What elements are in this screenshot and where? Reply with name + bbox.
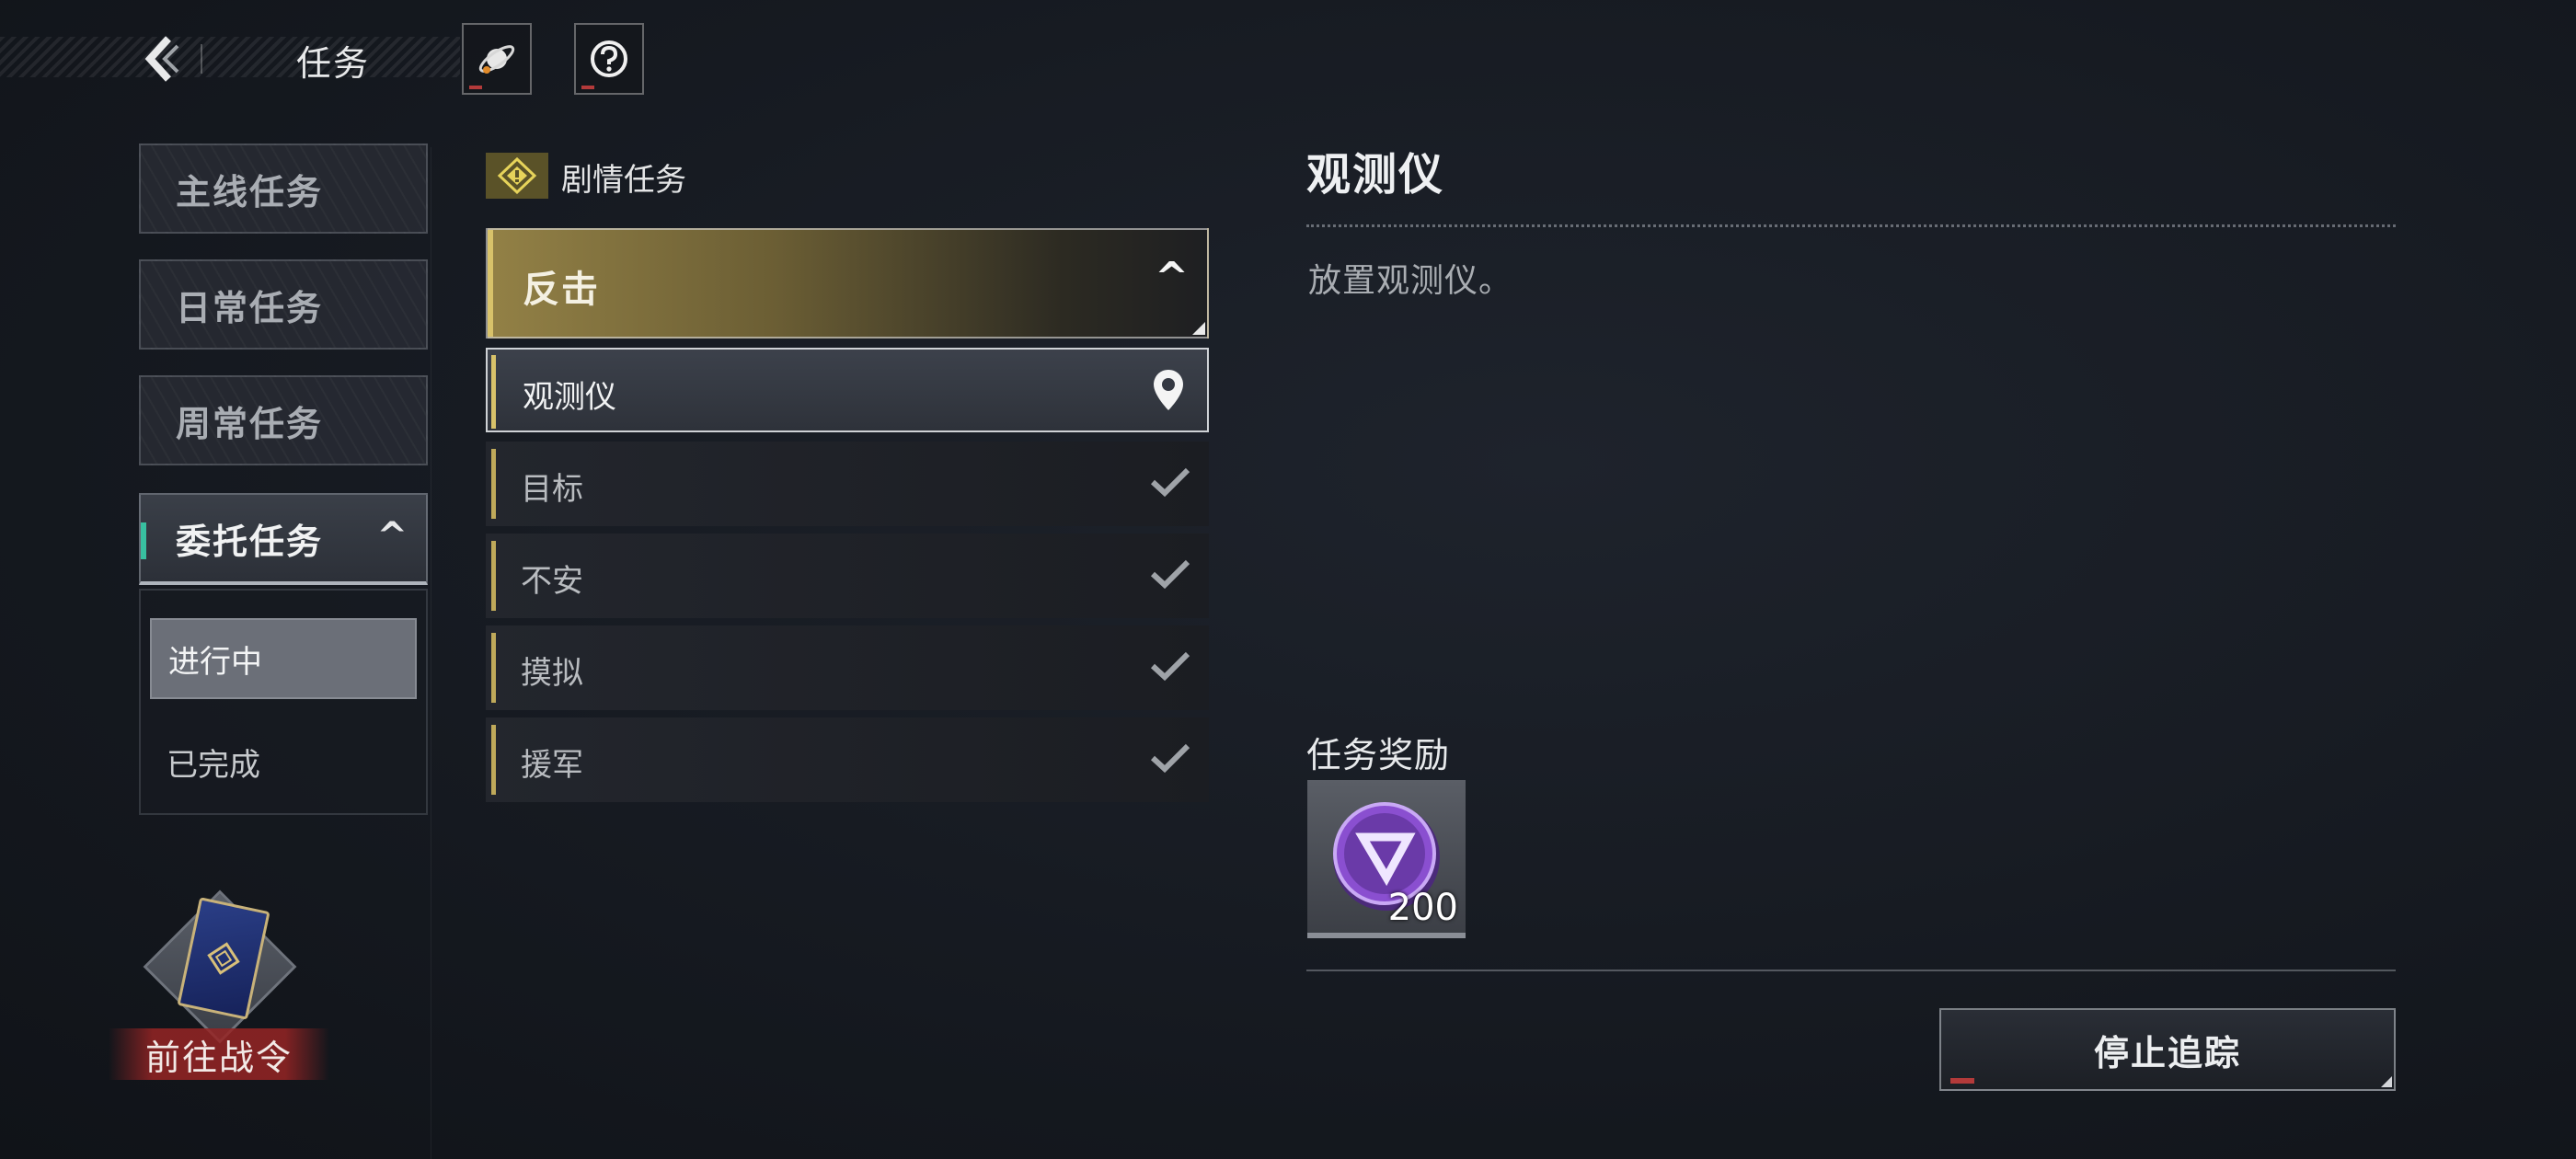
location-pin-icon bbox=[1144, 366, 1192, 414]
quest-label: 不安 bbox=[521, 563, 583, 600]
back-chevron-icon bbox=[144, 36, 179, 82]
check-icon bbox=[1146, 734, 1194, 782]
quest-row-tracking[interactable]: 观测仪 bbox=[486, 348, 1209, 432]
category-label: 主线任务 bbox=[176, 171, 324, 212]
quest-description: 放置观测仪。 bbox=[1308, 262, 1513, 300]
planet-icon bbox=[478, 45, 515, 74]
emblem-icon bbox=[207, 942, 240, 975]
gold-accent-bar bbox=[488, 230, 493, 337]
check-icon bbox=[1146, 458, 1194, 506]
category-label: 周常任务 bbox=[176, 403, 324, 444]
title-divider bbox=[201, 44, 202, 74]
category-label: 日常任务 bbox=[176, 287, 324, 328]
quest-label: 援军 bbox=[521, 747, 583, 784]
quest-row[interactable]: 援军 bbox=[486, 717, 1209, 802]
quest-label: 目标 bbox=[521, 471, 583, 508]
quest-chapter-header[interactable]: 反击 ^ bbox=[486, 228, 1209, 339]
subfilter-completed[interactable]: 已完成 bbox=[150, 721, 417, 802]
status-pip bbox=[581, 86, 594, 89]
topbar-decoration bbox=[0, 37, 460, 77]
planet-button[interactable] bbox=[462, 23, 532, 95]
reward-count: 200 bbox=[1387, 887, 1458, 929]
corner-mark bbox=[2381, 1076, 2392, 1087]
stop-tracking-label: 停止追踪 bbox=[2093, 1032, 2241, 1073]
subfilter-label: 已完成 bbox=[167, 746, 260, 784]
dotted-divider bbox=[1306, 224, 2396, 227]
check-icon bbox=[1146, 642, 1194, 690]
category-main-quests[interactable]: 主线任务 bbox=[139, 143, 428, 234]
gold-accent-bar bbox=[491, 541, 496, 611]
quest-detail-title: 观测仪 bbox=[1306, 149, 1445, 201]
help-icon bbox=[591, 40, 627, 77]
subfilter-label: 进行中 bbox=[168, 643, 262, 681]
gold-accent-bar bbox=[491, 355, 496, 429]
battle-pass-button[interactable]: 前往战令 bbox=[109, 889, 339, 1085]
quest-label: 观测仪 bbox=[523, 379, 616, 416]
status-pip bbox=[469, 86, 482, 89]
stop-tracking-button[interactable]: 停止追踪 bbox=[1939, 1008, 2396, 1091]
battle-pass-label: 前往战令 bbox=[109, 1028, 329, 1080]
chevron-up-icon: ^ bbox=[1155, 254, 1189, 301]
help-button[interactable] bbox=[574, 23, 644, 95]
chapter-title: 反击 bbox=[523, 269, 600, 311]
category-daily-quests[interactable]: 日常任务 bbox=[139, 259, 428, 350]
check-icon bbox=[1146, 550, 1194, 598]
gold-accent-bar bbox=[491, 633, 496, 703]
section-divider bbox=[1306, 970, 2396, 971]
corner-mark bbox=[1192, 322, 1205, 335]
quest-row[interactable]: 不安 bbox=[486, 534, 1209, 618]
active-indicator bbox=[141, 522, 146, 559]
category-weekly-quests[interactable]: 周常任务 bbox=[139, 375, 428, 465]
category-commission-quests[interactable]: 委托任务 ^ bbox=[139, 493, 428, 585]
quest-row[interactable]: 摸拟 bbox=[486, 625, 1209, 710]
story-diamond-icon bbox=[486, 153, 548, 199]
quest-group-label: 剧情任务 bbox=[561, 162, 686, 199]
back-button[interactable] bbox=[138, 31, 184, 86]
gold-accent-bar bbox=[491, 449, 496, 519]
chevron-up-icon: ^ bbox=[376, 515, 409, 557]
quest-row[interactable]: 目标 bbox=[486, 442, 1209, 526]
quest-label: 摸拟 bbox=[521, 655, 583, 692]
status-pip bbox=[1950, 1078, 1974, 1084]
reward-heading: 任务奖励 bbox=[1306, 735, 1451, 775]
reward-item[interactable]: 200 bbox=[1307, 780, 1466, 938]
subfilter-in-progress[interactable]: 进行中 bbox=[150, 618, 417, 699]
gold-accent-bar bbox=[491, 725, 496, 795]
category-label: 委托任务 bbox=[176, 521, 324, 562]
page-title: 任务 bbox=[296, 43, 371, 84]
